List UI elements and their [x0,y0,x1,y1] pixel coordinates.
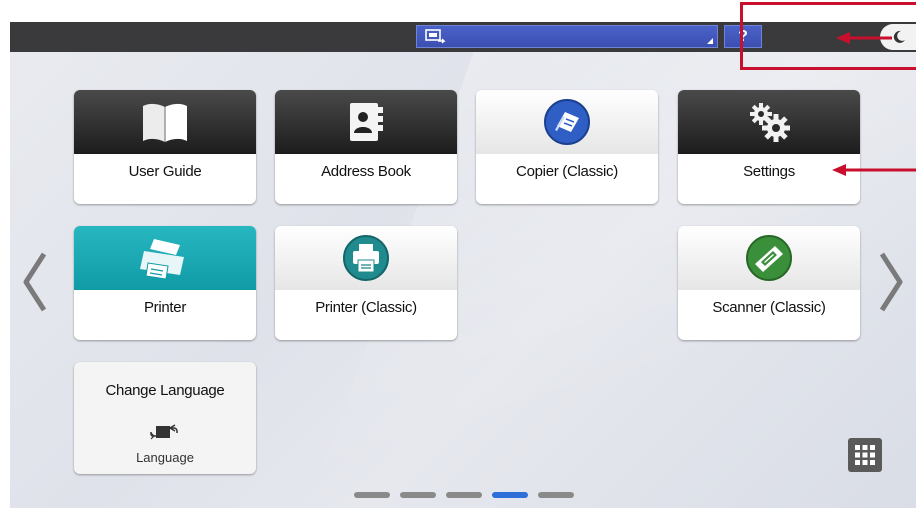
previous-page-arrow-icon[interactable] [20,250,48,314]
annotation-arrow-icon [836,32,892,44]
app-tile-scanner-classic[interactable]: Scanner (Classic) [678,226,860,340]
app-tile-printer-classic[interactable]: Printer (Classic) [275,226,457,340]
address-book-icon [350,103,383,141]
tile-label: Scanner (Classic) [712,299,826,316]
language-subtitle: Language [136,450,194,465]
app-tile-settings[interactable]: Settings [678,90,860,204]
tile-label: Copier (Classic) [516,163,618,180]
tile-label: Printer [143,299,187,316]
printer-icon [140,239,184,280]
dropdown-corner-icon [707,38,713,44]
page-dot[interactable] [354,492,390,498]
tile-label: Address Book [321,163,411,180]
app-tile-user-guide[interactable]: User Guide [74,90,256,204]
annotation-arrow-icon [832,164,916,176]
grid-icon [855,445,875,465]
page-dot-active[interactable] [492,492,528,498]
copier-icon [544,99,590,145]
app-list-button[interactable] [848,438,882,472]
change-language-title: Change Language [105,382,225,399]
status-dropdown[interactable] [416,25,718,48]
next-page-arrow-icon[interactable] [878,250,906,314]
page-dot[interactable] [538,492,574,498]
page-indicator [354,492,580,498]
app-tile-address-book[interactable]: Address Book [275,90,457,204]
scanner-icon [746,235,792,281]
language-switch-icon [150,424,178,440]
home-screen: ? User Guide Address Book Copier (Classi… [10,22,916,508]
machine-status-icon [425,29,447,50]
app-tile-printer[interactable]: Printer [74,226,256,340]
page-dot[interactable] [400,492,436,498]
printer-classic-icon [343,235,389,281]
change-language-tile[interactable]: Change Language Language [74,362,256,474]
tile-label: Printer (Classic) [315,299,417,316]
book-icon [143,103,187,142]
page-dot[interactable] [446,492,482,498]
gears-icon [750,103,790,142]
app-tile-copier-classic[interactable]: Copier (Classic) [476,90,658,204]
tile-label: User Guide [128,163,202,180]
